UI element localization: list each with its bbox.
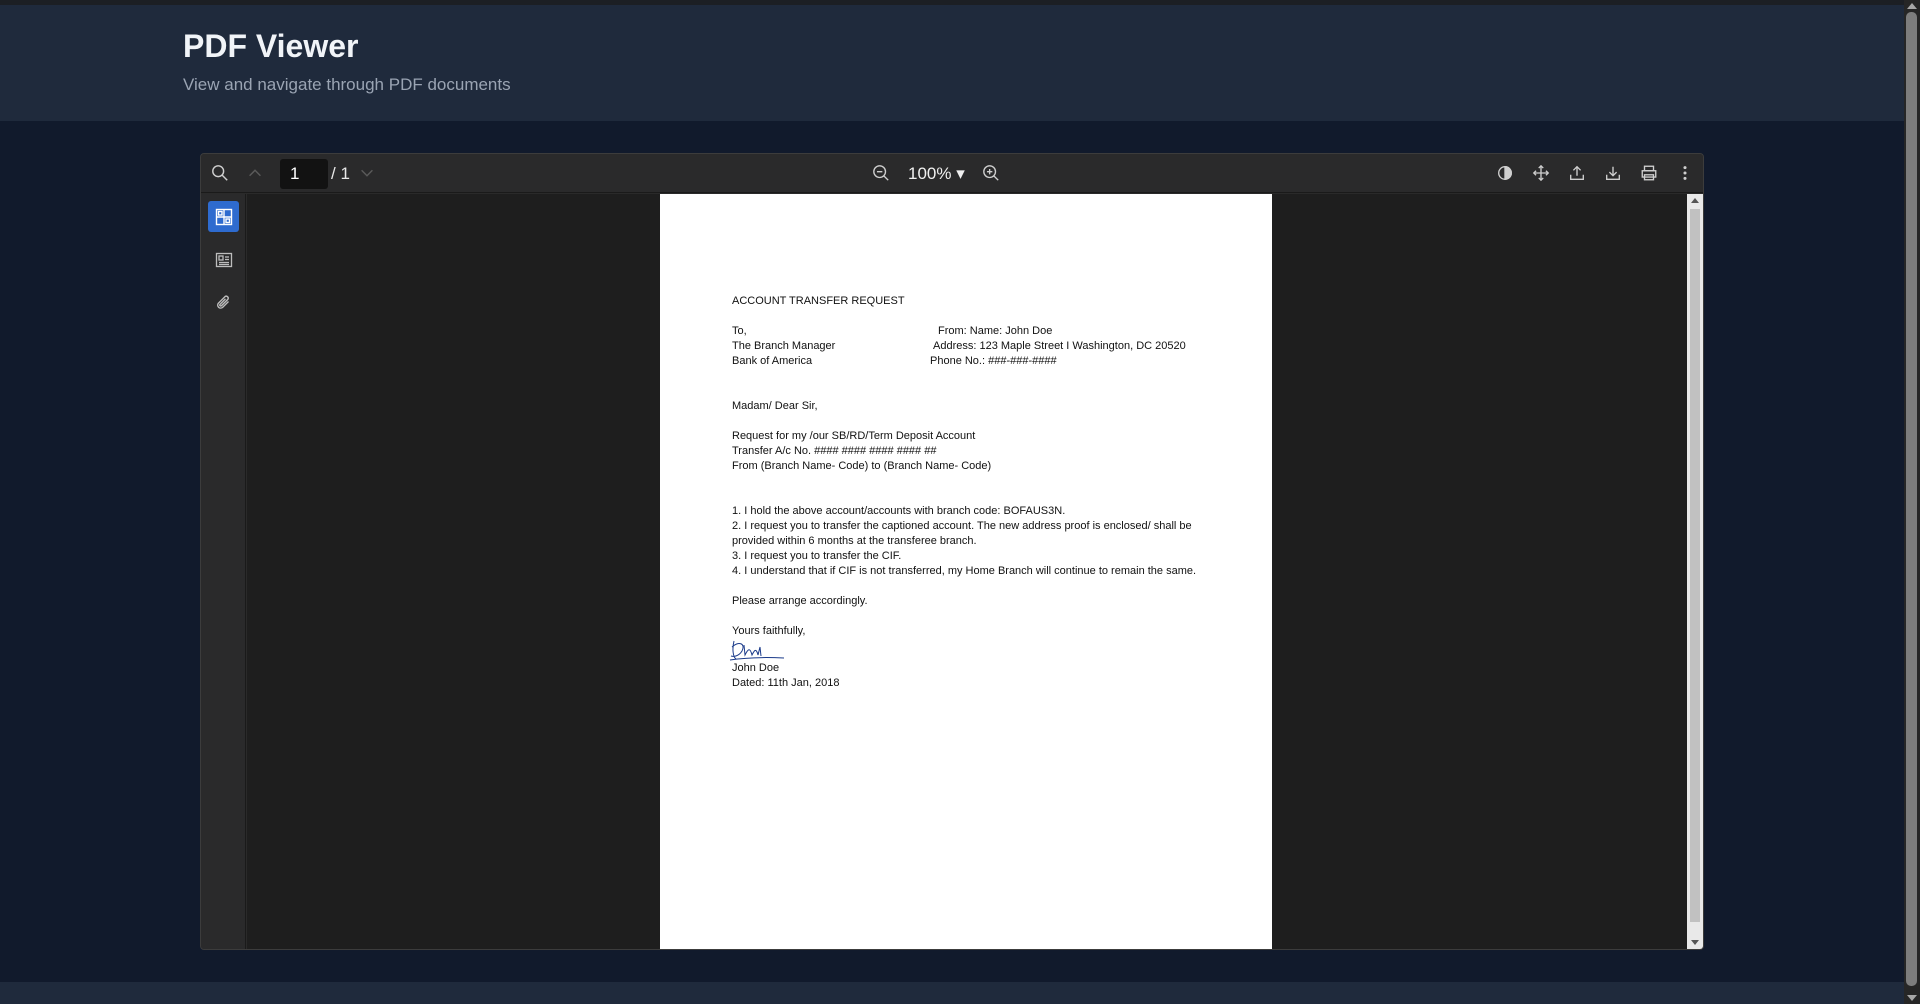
doc-phone: Phone No.: ###-###-####	[930, 355, 1057, 367]
doc-request-line-3: From (Branch Name- Code) to (Branch Name…	[732, 460, 992, 472]
viewer-toolbar: / 1 100% ▾	[201, 154, 1703, 193]
doc-point-3: 3. I request you to transfer the CIF.	[732, 550, 902, 562]
app-header: PDF Viewer View and navigate through PDF…	[0, 5, 1904, 121]
page-title: PDF Viewer	[183, 28, 359, 64]
page-scroll-thumb[interactable]	[1906, 12, 1917, 986]
move-icon[interactable]	[1530, 162, 1552, 184]
scroll-down-arrow[interactable]	[1691, 940, 1699, 945]
page-scroll-up-arrow[interactable]	[1907, 3, 1917, 9]
document-content: ACCOUNT TRANSFER REQUEST To, From: Name:…	[729, 294, 1232, 691]
doc-point-2a: 2. I request you to transfer the caption…	[732, 520, 1192, 532]
sidebar-item-attachments[interactable]	[208, 287, 239, 318]
doc-address-row-2: The Branch Manager Address: 123 Maple St…	[732, 339, 1232, 354]
pdf-viewer: / 1 100% ▾	[200, 153, 1704, 950]
doc-address-row-1: To, From: Name: John Doe	[732, 324, 1232, 339]
page-number-input[interactable]	[280, 159, 328, 189]
pdf-page: ACCOUNT TRANSFER REQUEST To, From: Name:…	[660, 194, 1272, 949]
doc-address-row-3: Bank of America Phone No.: ###-###-####	[732, 354, 1232, 369]
sidebar-item-outline[interactable]	[208, 244, 239, 275]
doc-from-name: From: Name: John Doe	[938, 325, 1053, 337]
scroll-thumb[interactable]	[1690, 209, 1700, 922]
zoom-out-icon[interactable]	[870, 162, 892, 184]
doc-heading: ACCOUNT TRANSFER REQUEST	[732, 295, 905, 307]
chevron-up-icon[interactable]	[244, 162, 266, 184]
doc-recipient-line2: Bank of America	[732, 355, 813, 367]
chevron-down-icon[interactable]	[356, 162, 378, 184]
doc-closing: Yours faithfully,	[732, 625, 806, 637]
outline-icon	[215, 252, 232, 267]
doc-recipient-line1: The Branch Manager	[732, 340, 836, 352]
page-total: / 1	[331, 164, 350, 183]
document-scrollbar[interactable]	[1687, 194, 1703, 949]
page-scroll-down-arrow[interactable]	[1907, 995, 1917, 1001]
download-icon[interactable]	[1602, 162, 1624, 184]
paperclip-icon	[216, 295, 229, 309]
doc-address: Address: 123 Maple Street I Washington, …	[933, 340, 1186, 352]
upload-icon[interactable]	[1566, 162, 1588, 184]
sidebar-item-thumbnails[interactable]	[208, 201, 239, 232]
page-scrollbar[interactable]	[1904, 0, 1920, 1004]
signature	[729, 639, 1232, 661]
doc-point-2b: provided within 6 months at the transfer…	[732, 535, 977, 547]
doc-point-4: 4. I understand that if CIF is not trans…	[732, 565, 1197, 577]
more-vertical-icon[interactable]	[1674, 162, 1696, 184]
scroll-up-arrow[interactable]	[1691, 198, 1699, 203]
thumbnails-icon	[215, 208, 232, 225]
doc-signer: John Doe	[732, 662, 780, 674]
doc-request-line-1: Request for my /our SB/RD/Term Deposit A…	[732, 430, 976, 442]
doc-dated: Dated: 11th Jan, 2018	[732, 677, 840, 689]
theme-toggle-icon[interactable]	[1494, 162, 1516, 184]
print-icon[interactable]	[1638, 162, 1660, 184]
doc-point-1: 1. I hold the above account/accounts wit…	[732, 505, 1066, 517]
page-subtitle: View and navigate through PDF documents	[183, 75, 511, 94]
doc-salutation: Madam/ Dear Sir,	[732, 400, 818, 412]
zoom-select[interactable]: 100% ▾	[908, 164, 965, 184]
zoom-in-icon[interactable]	[980, 162, 1002, 184]
search-icon[interactable]	[209, 162, 231, 184]
footer-bar	[0, 982, 1904, 1004]
doc-request-line-2: Transfer A/c No. #### #### #### #### ##	[732, 445, 937, 457]
viewer-sidebar	[201, 194, 246, 949]
doc-to-label: To,	[732, 325, 747, 337]
document-canvas[interactable]: ACCOUNT TRANSFER REQUEST To, From: Name:…	[247, 194, 1687, 949]
doc-arrange: Please arrange accordingly.	[732, 595, 868, 607]
